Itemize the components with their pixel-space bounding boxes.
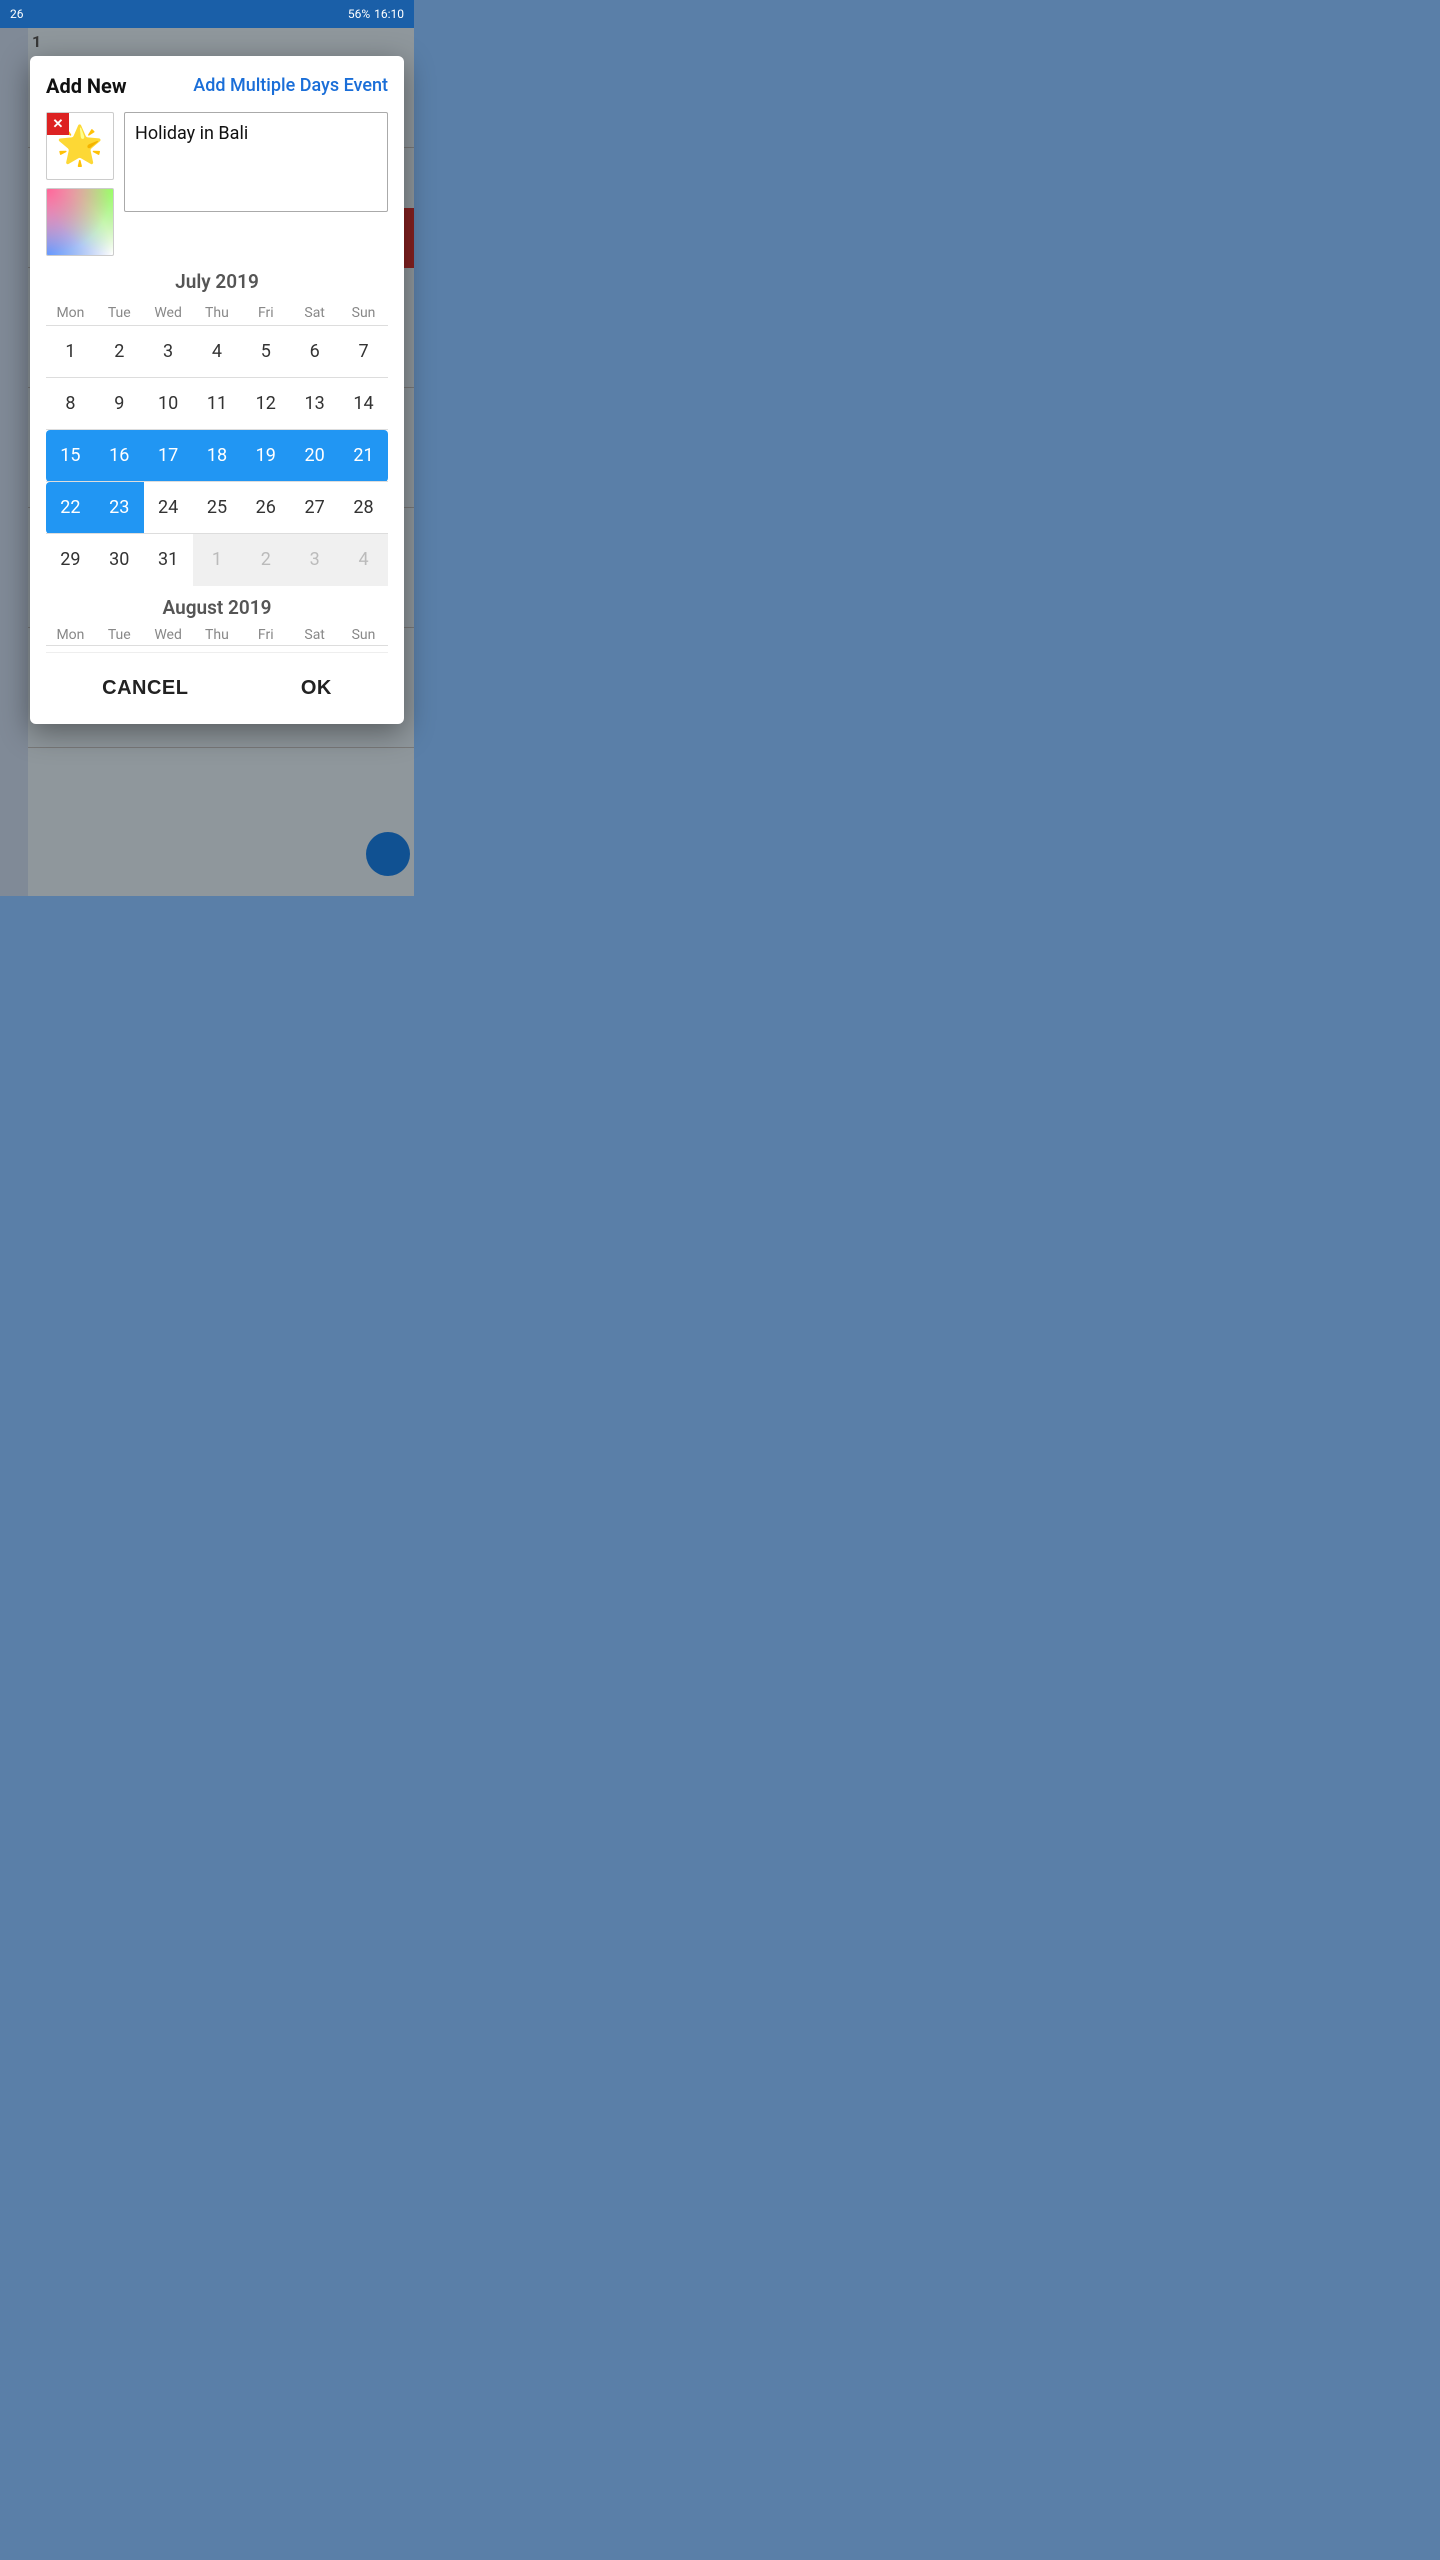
day-20[interactable]: 20 (290, 430, 339, 482)
day-7[interactable]: 7 (339, 326, 388, 378)
day-aug-3[interactable]: 3 (290, 534, 339, 586)
day-11[interactable]: 11 (193, 378, 242, 430)
day-31[interactable]: 31 (144, 534, 193, 586)
event-icon-thumb[interactable]: ✕ 🌟 (46, 112, 114, 180)
col-thu: Thu (193, 301, 242, 326)
dialog-header: Add New Add Multiple Days Event (46, 74, 388, 98)
col-tue: Tue (95, 301, 144, 326)
status-time: 16:10 (374, 7, 404, 21)
icon-row: ✕ 🌟 Holiday in Bali (46, 112, 388, 256)
aug-sun: Sun (339, 627, 388, 643)
aug-divider (46, 645, 388, 646)
july-grid: Mon Tue Wed Thu Fri Sat Sun 1 2 3 4 5 6 (46, 301, 388, 586)
day-17[interactable]: 17 (144, 430, 193, 482)
day-21[interactable]: 21 (339, 430, 388, 482)
col-sun: Sun (339, 301, 388, 326)
col-wed: Wed (144, 301, 193, 326)
aug-fri: Fri (241, 627, 290, 643)
aug-tue: Tue (95, 627, 144, 643)
day-15[interactable]: 15 (46, 430, 95, 482)
day-10[interactable]: 10 (144, 378, 193, 430)
dialog-footer: CANCEL OK (46, 652, 388, 724)
day-aug-4[interactable]: 4 (339, 534, 388, 586)
remove-icon[interactable]: ✕ (47, 113, 69, 135)
day-30[interactable]: 30 (95, 534, 144, 586)
day-8[interactable]: 8 (46, 378, 95, 430)
day-22[interactable]: 22 (46, 482, 95, 534)
day-16[interactable]: 16 (95, 430, 144, 482)
day-9[interactable]: 9 (95, 378, 144, 430)
july-month-title: July 2019 (46, 270, 388, 293)
day-aug-1[interactable]: 1 (193, 534, 242, 586)
day-6[interactable]: 6 (290, 326, 339, 378)
day-5[interactable]: 5 (241, 326, 290, 378)
day-aug-2[interactable]: 2 (241, 534, 290, 586)
august-calendar: August 2019 Mon Tue Wed Thu Fri Sat Sun (46, 596, 388, 646)
aug-mon: Mon (46, 627, 95, 643)
ok-button[interactable]: OK (271, 669, 362, 708)
cancel-button[interactable]: CANCEL (72, 669, 218, 708)
aug-sat: Sat (290, 627, 339, 643)
event-name-input[interactable]: Holiday in Bali (124, 112, 388, 212)
july-row-5: 29 30 31 1 2 3 4 (46, 534, 388, 586)
color-picker-thumb[interactable] (46, 188, 114, 256)
status-battery: 56% (348, 7, 370, 21)
status-signal: 26 (10, 7, 24, 21)
day-23[interactable]: 23 (95, 482, 144, 534)
day-14[interactable]: 14 (339, 378, 388, 430)
day-19[interactable]: 19 (241, 430, 290, 482)
day-27[interactable]: 27 (290, 482, 339, 534)
july-calendar: July 2019 Mon Tue Wed Thu Fri Sat Sun 1 … (46, 270, 388, 586)
day-26[interactable]: 26 (241, 482, 290, 534)
july-weekday-header: Mon Tue Wed Thu Fri Sat Sun (46, 301, 388, 326)
day-28[interactable]: 28 (339, 482, 388, 534)
day-1[interactable]: 1 (46, 326, 95, 378)
day-3[interactable]: 3 (144, 326, 193, 378)
dialog-add-new-title: Add New (46, 74, 127, 98)
july-row-4: 22 23 24 25 26 27 28 (46, 482, 388, 534)
day-2[interactable]: 2 (95, 326, 144, 378)
day-29[interactable]: 29 (46, 534, 95, 586)
day-18[interactable]: 18 (193, 430, 242, 482)
july-row-3: 15 16 17 18 19 20 21 (46, 430, 388, 482)
august-weekday-header: Mon Tue Wed Thu Fri Sat Sun (46, 627, 388, 643)
status-bar: 26 56% 16:10 (0, 0, 414, 28)
col-sat: Sat (290, 301, 339, 326)
day-25[interactable]: 25 (193, 482, 242, 534)
dialog-subtitle: Add Multiple Days Event (193, 74, 388, 97)
col-mon: Mon (46, 301, 95, 326)
day-12[interactable]: 12 (241, 378, 290, 430)
aug-wed: Wed (144, 627, 193, 643)
day-13[interactable]: 13 (290, 378, 339, 430)
aug-thu: Thu (193, 627, 242, 643)
july-row-1: 1 2 3 4 5 6 7 (46, 326, 388, 378)
col-fri: Fri (241, 301, 290, 326)
day-24[interactable]: 24 (144, 482, 193, 534)
august-month-title: August 2019 (46, 596, 388, 619)
dialog: Add New Add Multiple Days Event ✕ 🌟 Holi… (30, 56, 404, 724)
july-row-2: 8 9 10 11 12 13 14 (46, 378, 388, 430)
day-4[interactable]: 4 (193, 326, 242, 378)
